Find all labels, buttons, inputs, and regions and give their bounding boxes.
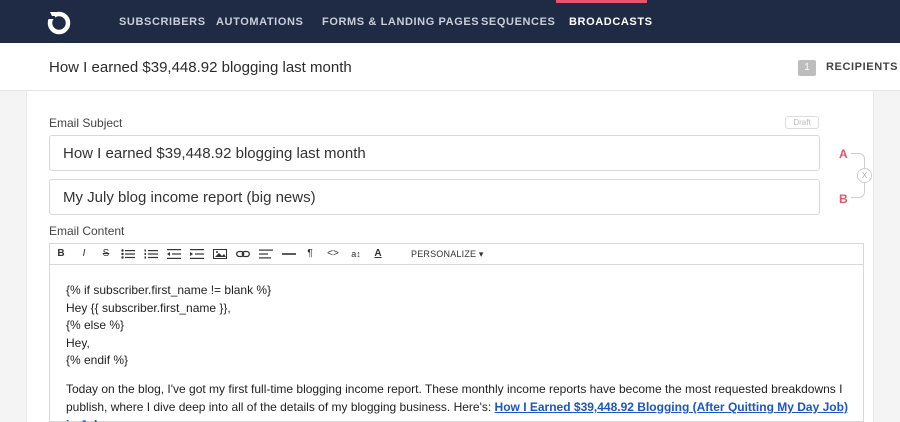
nav-item-forms-landing-pages[interactable]: FORMS & LANDING PAGES <box>322 0 479 43</box>
nav-item-automations[interactable]: AUTOMATIONS <box>216 0 303 43</box>
nav-active-indicator <box>556 0 647 3</box>
remove-ab-test-button[interactable]: X <box>857 168 872 183</box>
indent-icon[interactable] <box>190 249 204 259</box>
strikethrough-button[interactable]: S <box>100 244 112 264</box>
nav-item-subscribers[interactable]: SUBSCRIBERS <box>119 0 206 43</box>
personalize-dropdown[interactable]: PERSONALIZE ▾ <box>411 244 484 264</box>
code-icon[interactable]: <> <box>325 244 341 264</box>
recipients-label[interactable]: RECIPIENTS <box>826 61 898 73</box>
editor-line: {% else %} <box>66 318 125 332</box>
image-icon[interactable] <box>213 249 227 259</box>
email-content-editor[interactable]: {% if subscriber.first_name != blank %} … <box>49 265 864 422</box>
bullet-list-icon[interactable] <box>121 249 135 259</box>
link-icon[interactable] <box>236 249 250 259</box>
editor-line: {% endif %} <box>66 353 129 367</box>
page-title: How I earned $39,448.92 blogging last mo… <box>49 59 352 76</box>
text-color-icon[interactable]: A <box>372 244 384 264</box>
paragraph-icon[interactable]: ¶ <box>304 244 316 264</box>
editor-toolbar: B I S ¶ <> a↕ A PERSONALIZE ▾ <box>49 243 864 265</box>
email-subject-label: Email Subject <box>49 116 123 130</box>
top-nav: SUBSCRIBERS AUTOMATIONS FORMS & LANDING … <box>0 0 900 43</box>
nav-item-broadcasts[interactable]: BROADCASTS <box>569 0 653 43</box>
logo-icon[interactable] <box>46 10 72 36</box>
variant-a-label: A <box>839 147 848 161</box>
bold-button[interactable]: B <box>54 244 68 264</box>
align-icon[interactable] <box>259 249 273 259</box>
editor-line: Hey, <box>66 336 90 350</box>
subject-a-input[interactable] <box>49 135 820 171</box>
editor-line: Hey {{ subscriber.first_name }}, <box>66 301 231 315</box>
font-size-icon[interactable]: a↕ <box>348 244 364 264</box>
outdent-icon[interactable] <box>167 249 181 259</box>
italic-button[interactable]: I <box>78 244 90 264</box>
variant-b-label: B <box>839 192 848 206</box>
email-content-label: Email Content <box>49 224 125 238</box>
editor-paragraph: Today on the blog, I've got my first ful… <box>66 380 856 422</box>
horizontal-rule-icon[interactable] <box>282 249 296 259</box>
paragraph-end: . <box>104 418 107 422</box>
nav-item-sequences[interactable]: SEQUENCES <box>481 0 555 43</box>
numbered-list-icon[interactable] <box>144 249 158 259</box>
draft-badge: Draft <box>785 116 819 129</box>
recipients-count-badge[interactable]: 1 <box>798 60 816 76</box>
title-bar: How I earned $39,448.92 blogging last mo… <box>0 43 900 91</box>
subject-b-input[interactable] <box>49 179 820 215</box>
editor-line: {% if subscriber.first_name != blank %} <box>66 283 272 297</box>
